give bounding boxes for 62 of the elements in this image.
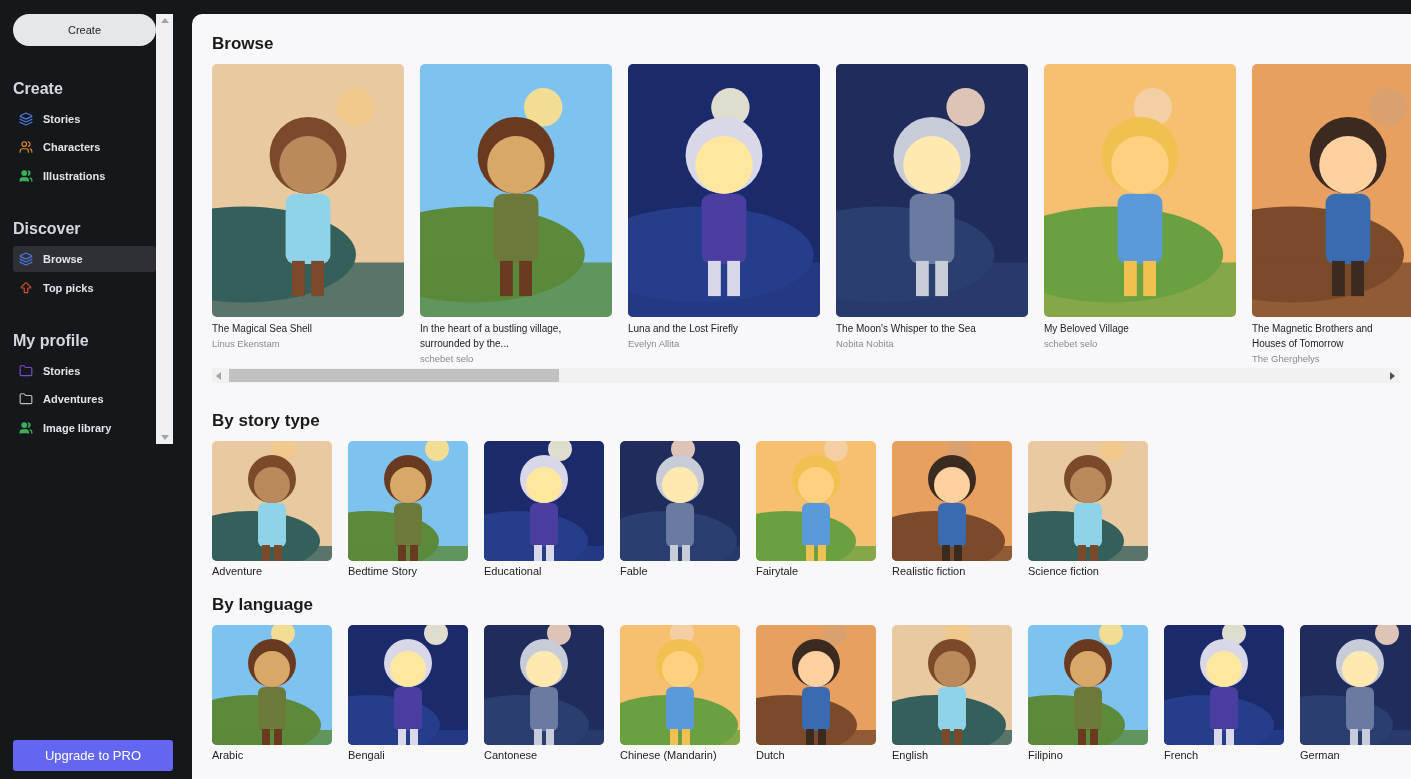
category-label[interactable]: Fairytale [756, 565, 876, 577]
create-button[interactable]: Create [13, 14, 156, 46]
story-author: schebet selo [1044, 338, 1099, 349]
section-heading: By language [212, 595, 315, 615]
category-label[interactable]: Bedtime Story [348, 565, 468, 577]
sidebar-item[interactable]: Browse [13, 246, 156, 272]
story-title[interactable]: The Magical Sea Shell [212, 321, 367, 336]
story-author: The Gherghelys [1252, 353, 1321, 364]
users-icon [19, 169, 33, 184]
folder-icon [19, 392, 33, 407]
layers-icon [19, 252, 33, 266]
category-label[interactable]: French [1164, 749, 1284, 761]
category-label[interactable]: Science fiction [1028, 565, 1148, 577]
story-author: Evelyn Allita [628, 338, 681, 349]
upgrade-button[interactable]: Upgrade to PRO [13, 740, 173, 771]
story-author: Linus Ekenstam [212, 338, 281, 349]
sidebar-item-label: Image library [43, 422, 112, 435]
section-title: Discover [13, 220, 82, 239]
story-title[interactable]: The Moon's Whisper to the Sea [836, 321, 991, 336]
sidebar-item-label: Characters [43, 141, 101, 154]
story-title[interactable]: In the heart of a bustling village, surrounded by the... [420, 321, 575, 351]
sidebar-item[interactable]: Characters [13, 134, 156, 161]
story-title[interactable]: My Beloved Village [1044, 321, 1199, 336]
category-label[interactable]: English [892, 749, 1012, 761]
sidebar-item-label: Stories [43, 112, 81, 125]
sidebar-item[interactable]: Stories [13, 357, 156, 384]
section-heading: By story type [212, 411, 321, 431]
story-author: schebet selo [420, 353, 475, 364]
sidebar-item[interactable]: Illustrations [13, 163, 156, 190]
story-title[interactable]: The Magnetic Brothers and Houses of Tomorrow [1252, 321, 1407, 351]
sidebar-item-label: Adventures [43, 393, 104, 406]
users-icon [19, 421, 33, 436]
section-heading: Browse [212, 34, 275, 54]
sidebar-item[interactable]: Image library [13, 415, 156, 441]
sidebar-item-label: Top picks [43, 281, 94, 294]
category-label[interactable]: Realistic fiction [892, 565, 1012, 577]
section-title: My profile [13, 331, 90, 350]
story-title[interactable]: Luna and the Lost Firefly [628, 321, 783, 336]
sidebar-item[interactable]: Top picks [13, 274, 156, 301]
category-label[interactable]: Bengali [348, 749, 468, 761]
category-label[interactable]: German [1300, 749, 1411, 761]
category-label[interactable]: Dutch [756, 749, 876, 761]
sidebar-item-label: Illustrations [43, 170, 106, 183]
arrow-up-icon [19, 280, 33, 295]
scrollbar[interactable] [212, 368, 1399, 383]
category-label[interactable]: Chinese (Mandarin) [620, 749, 740, 761]
section-title: Create [13, 79, 64, 98]
category-label[interactable]: Arabic [212, 749, 332, 761]
layers-icon [19, 111, 33, 126]
sidebar-item-label: Browse [43, 253, 83, 265]
category-label[interactable]: Cantonese [484, 749, 604, 761]
category-label[interactable]: Fable [620, 565, 740, 577]
folder-icon [19, 363, 33, 378]
category-label[interactable]: Filipino [1028, 749, 1148, 761]
sidebar-item[interactable]: Adventures [13, 386, 156, 413]
category-label[interactable]: Adventure [212, 565, 332, 577]
sidebar-item[interactable]: Stories [13, 105, 156, 132]
users-icon [19, 140, 33, 155]
story-author: Nobita Nobita [836, 338, 895, 349]
sidebar-item-label: Stories [43, 364, 81, 377]
category-label[interactable]: Educational [484, 565, 604, 577]
scrollbar[interactable] [156, 14, 173, 444]
